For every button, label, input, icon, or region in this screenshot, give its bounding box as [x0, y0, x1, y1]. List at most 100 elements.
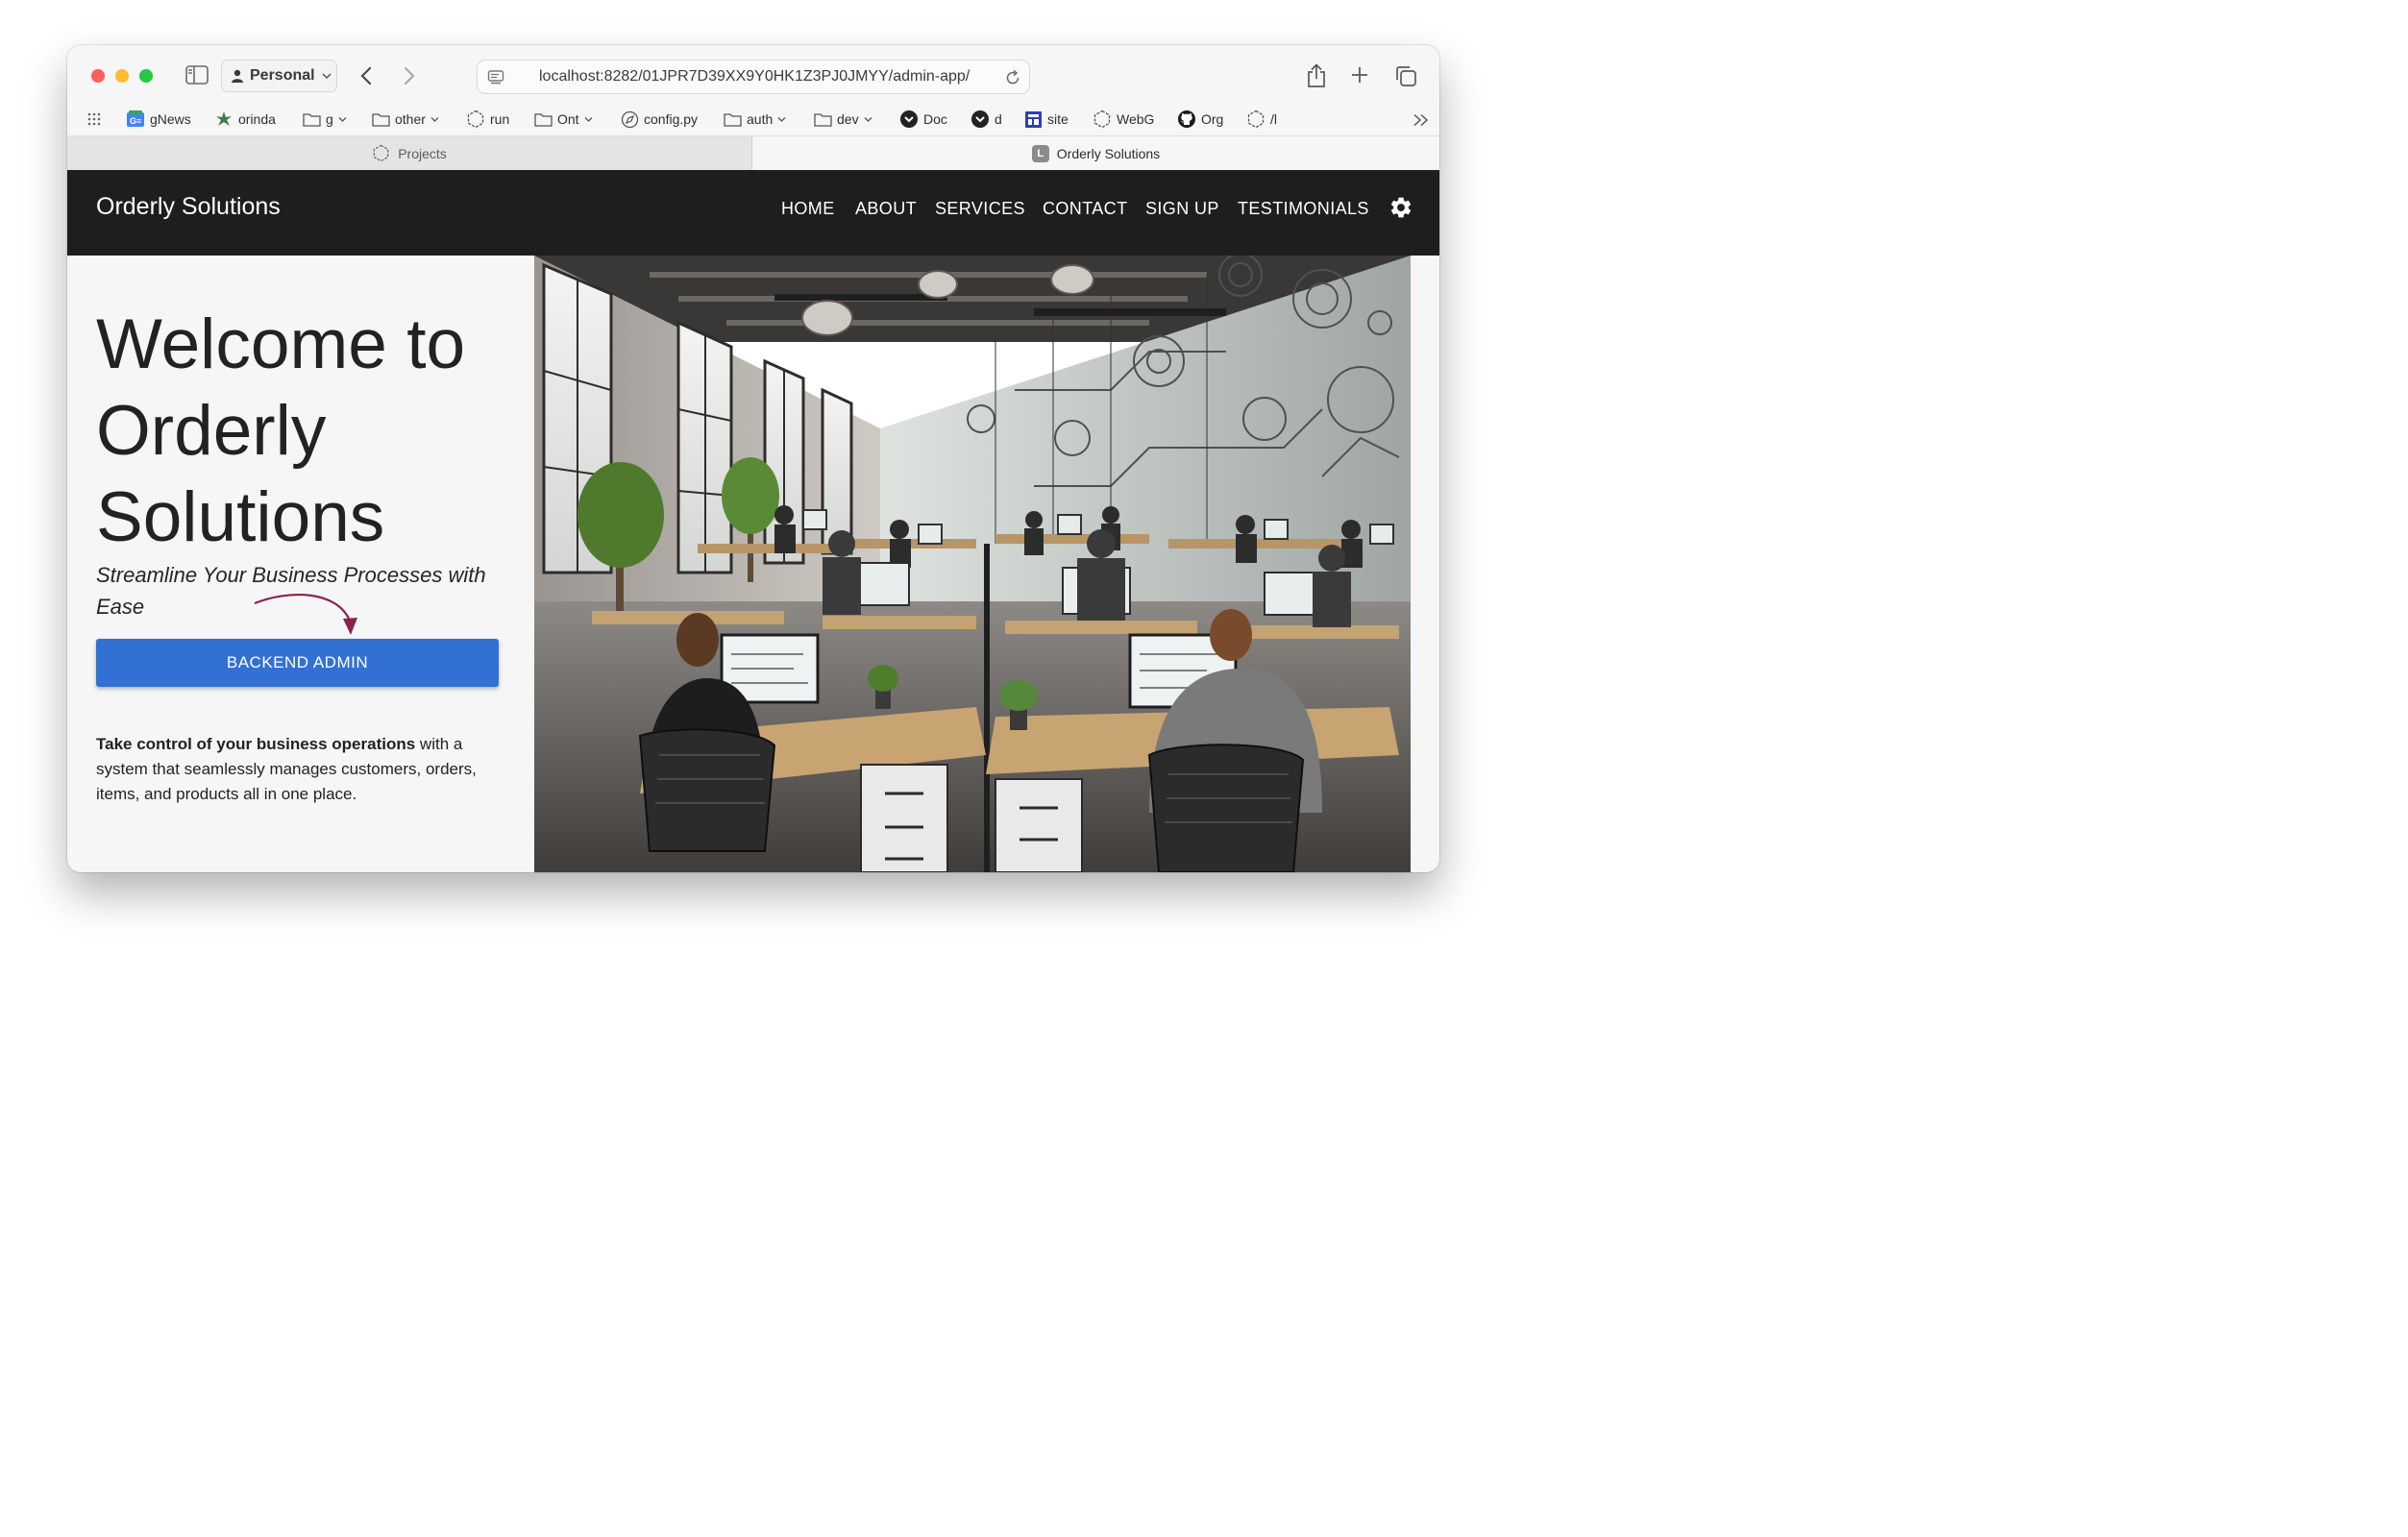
circle-logo-icon: [971, 110, 989, 128]
bookmark-label: run: [490, 111, 510, 127]
forward-button[interactable]: [399, 64, 420, 87]
chevron-down-icon: [777, 116, 786, 122]
hexagon-icon: [1247, 110, 1265, 129]
tab-label: Orderly Solutions: [1056, 145, 1161, 161]
chevron-down-icon: [430, 116, 439, 122]
person-icon: [232, 69, 243, 83]
nav-testimonials[interactable]: TESTIMONIALS: [1238, 199, 1369, 219]
hero-description: Take control of your business operations…: [96, 732, 509, 807]
chevron-down-icon: [322, 73, 332, 80]
bookmark-folder-auth[interactable]: auth: [724, 109, 786, 130]
nav-sign-up[interactable]: SIGN UP: [1145, 199, 1219, 219]
browser-toolbar: Personal localhost:8282/01JPR7D39XX9Y0HK…: [67, 45, 1439, 105]
gnews-icon: G≡: [127, 110, 144, 127]
folder-icon: [814, 112, 832, 127]
bookmark-orinda[interactable]: orinda: [214, 109, 276, 130]
tab-label: Projects: [398, 145, 447, 161]
hero-title-line: Orderly: [96, 392, 327, 470]
hero-section: Welcome to Orderly Solutions Streamline …: [67, 256, 534, 872]
office-illustration: [534, 256, 1411, 872]
hero-office-image: [534, 256, 1411, 872]
chevron-down-icon: [584, 116, 593, 122]
profile-selector[interactable]: Personal: [221, 60, 337, 92]
bookmark-label: dev: [837, 111, 859, 127]
circle-logo-icon: [900, 110, 918, 128]
chevron-down-icon: [864, 116, 872, 122]
bookmark-label: config.py: [644, 111, 699, 127]
bookmark-label: g: [326, 111, 333, 127]
compass-icon: [621, 110, 639, 128]
nav-contact[interactable]: CONTACT: [1043, 199, 1127, 219]
reload-icon[interactable]: [1004, 69, 1021, 86]
bookmark-label: site: [1047, 111, 1069, 127]
site-icon: [1025, 110, 1042, 128]
bookmark-doc[interactable]: Doc: [899, 109, 947, 130]
zoom-window-button[interactable]: [139, 69, 153, 83]
hero-description-bold: Take control of your business operations: [96, 735, 416, 753]
hexagon-icon: [467, 110, 484, 129]
chevron-left-icon: [360, 66, 372, 85]
bookmark-webg[interactable]: WebG: [1093, 109, 1154, 130]
chevron-down-icon: [338, 116, 347, 122]
page-menu-icon[interactable]: [487, 69, 504, 86]
bookmark-label: /l: [1270, 111, 1277, 127]
chevron-right-icon: [404, 66, 415, 85]
page-right-margin: [1411, 256, 1439, 872]
bookmark-label: WebG: [1117, 111, 1155, 127]
nav-home[interactable]: HOME: [781, 199, 835, 219]
bookmark-gnews[interactable]: G≡ gNews: [126, 109, 191, 130]
tab-projects[interactable]: Projects: [67, 136, 752, 170]
folder-icon: [724, 112, 742, 127]
tab-overview-icon[interactable]: [1393, 63, 1418, 88]
bookmark-folder-g[interactable]: g: [303, 109, 347, 130]
backend-admin-button[interactable]: BACKEND ADMIN: [96, 639, 499, 687]
nav-services[interactable]: SERVICES: [935, 199, 1025, 219]
address-bar[interactable]: localhost:8282/01JPR7D39XX9Y0HK1Z3PJ0JMY…: [477, 60, 1030, 94]
hexagon-icon: [1093, 110, 1111, 129]
tab-bar: Projects L Orderly Solutions: [67, 135, 1439, 170]
bookmark-folder-ont[interactable]: Ont: [534, 109, 593, 130]
bookmark-label: d: [995, 111, 1002, 127]
bookmark-l[interactable]: /l: [1246, 109, 1277, 130]
bookmark-label: other: [395, 111, 426, 127]
bookmark-label: orinda: [238, 111, 276, 127]
hero-title-line: Solutions: [96, 478, 385, 556]
bookmark-config[interactable]: config.py: [621, 109, 698, 130]
bookmark-d[interactable]: d: [971, 109, 1002, 130]
bookmark-label: Ont: [557, 111, 579, 127]
bookmark-folder-dev[interactable]: dev: [814, 109, 872, 130]
browser-window: Personal localhost:8282/01JPR7D39XX9Y0HK…: [67, 45, 1439, 872]
bookmark-run[interactable]: run: [466, 109, 509, 130]
apps-grid-icon[interactable]: [86, 111, 102, 127]
tab-orderly-solutions[interactable]: L Orderly Solutions: [752, 136, 1439, 170]
bookmarks-bar: G≡ gNews orinda g other run Ont config.p…: [67, 105, 1439, 135]
minimize-window-button[interactable]: [115, 69, 129, 83]
bookmark-folder-other[interactable]: other: [372, 109, 439, 130]
more-bookmarks-icon[interactable]: [1413, 113, 1430, 127]
profile-label: Personal: [250, 67, 315, 84]
bookmark-site[interactable]: site: [1024, 109, 1069, 130]
hero-title-line: Welcome to: [96, 305, 466, 383]
site-header: Orderly Solutions HOME ABOUT SERVICES CO…: [67, 170, 1439, 256]
share-icon[interactable]: [1305, 62, 1328, 89]
svg-text:G≡: G≡: [130, 116, 141, 126]
close-window-button[interactable]: [91, 69, 105, 83]
hero-title: Welcome to Orderly Solutions: [96, 302, 519, 561]
back-button[interactable]: [356, 64, 377, 87]
bookmark-org[interactable]: Org: [1177, 109, 1223, 130]
folder-icon: [534, 112, 553, 127]
sidebar-toggle-icon[interactable]: [184, 64, 209, 85]
bookmark-label: gNews: [150, 111, 191, 127]
url-text: localhost:8282/01JPR7D39XX9Y0HK1Z3PJ0JMY…: [539, 68, 971, 85]
new-tab-icon[interactable]: [1349, 64, 1370, 85]
nav-about[interactable]: ABOUT: [855, 199, 917, 219]
hexagon-icon: [373, 144, 389, 162]
annotation-arrow-icon: [254, 593, 357, 635]
site-brand[interactable]: Orderly Solutions: [96, 193, 281, 221]
folder-icon: [303, 112, 321, 127]
gear-icon[interactable]: [1388, 195, 1413, 220]
leaf-icon: [216, 111, 232, 126]
bookmark-label: auth: [747, 111, 774, 127]
bookmark-label: Org: [1201, 111, 1224, 127]
folder-icon: [372, 112, 390, 127]
